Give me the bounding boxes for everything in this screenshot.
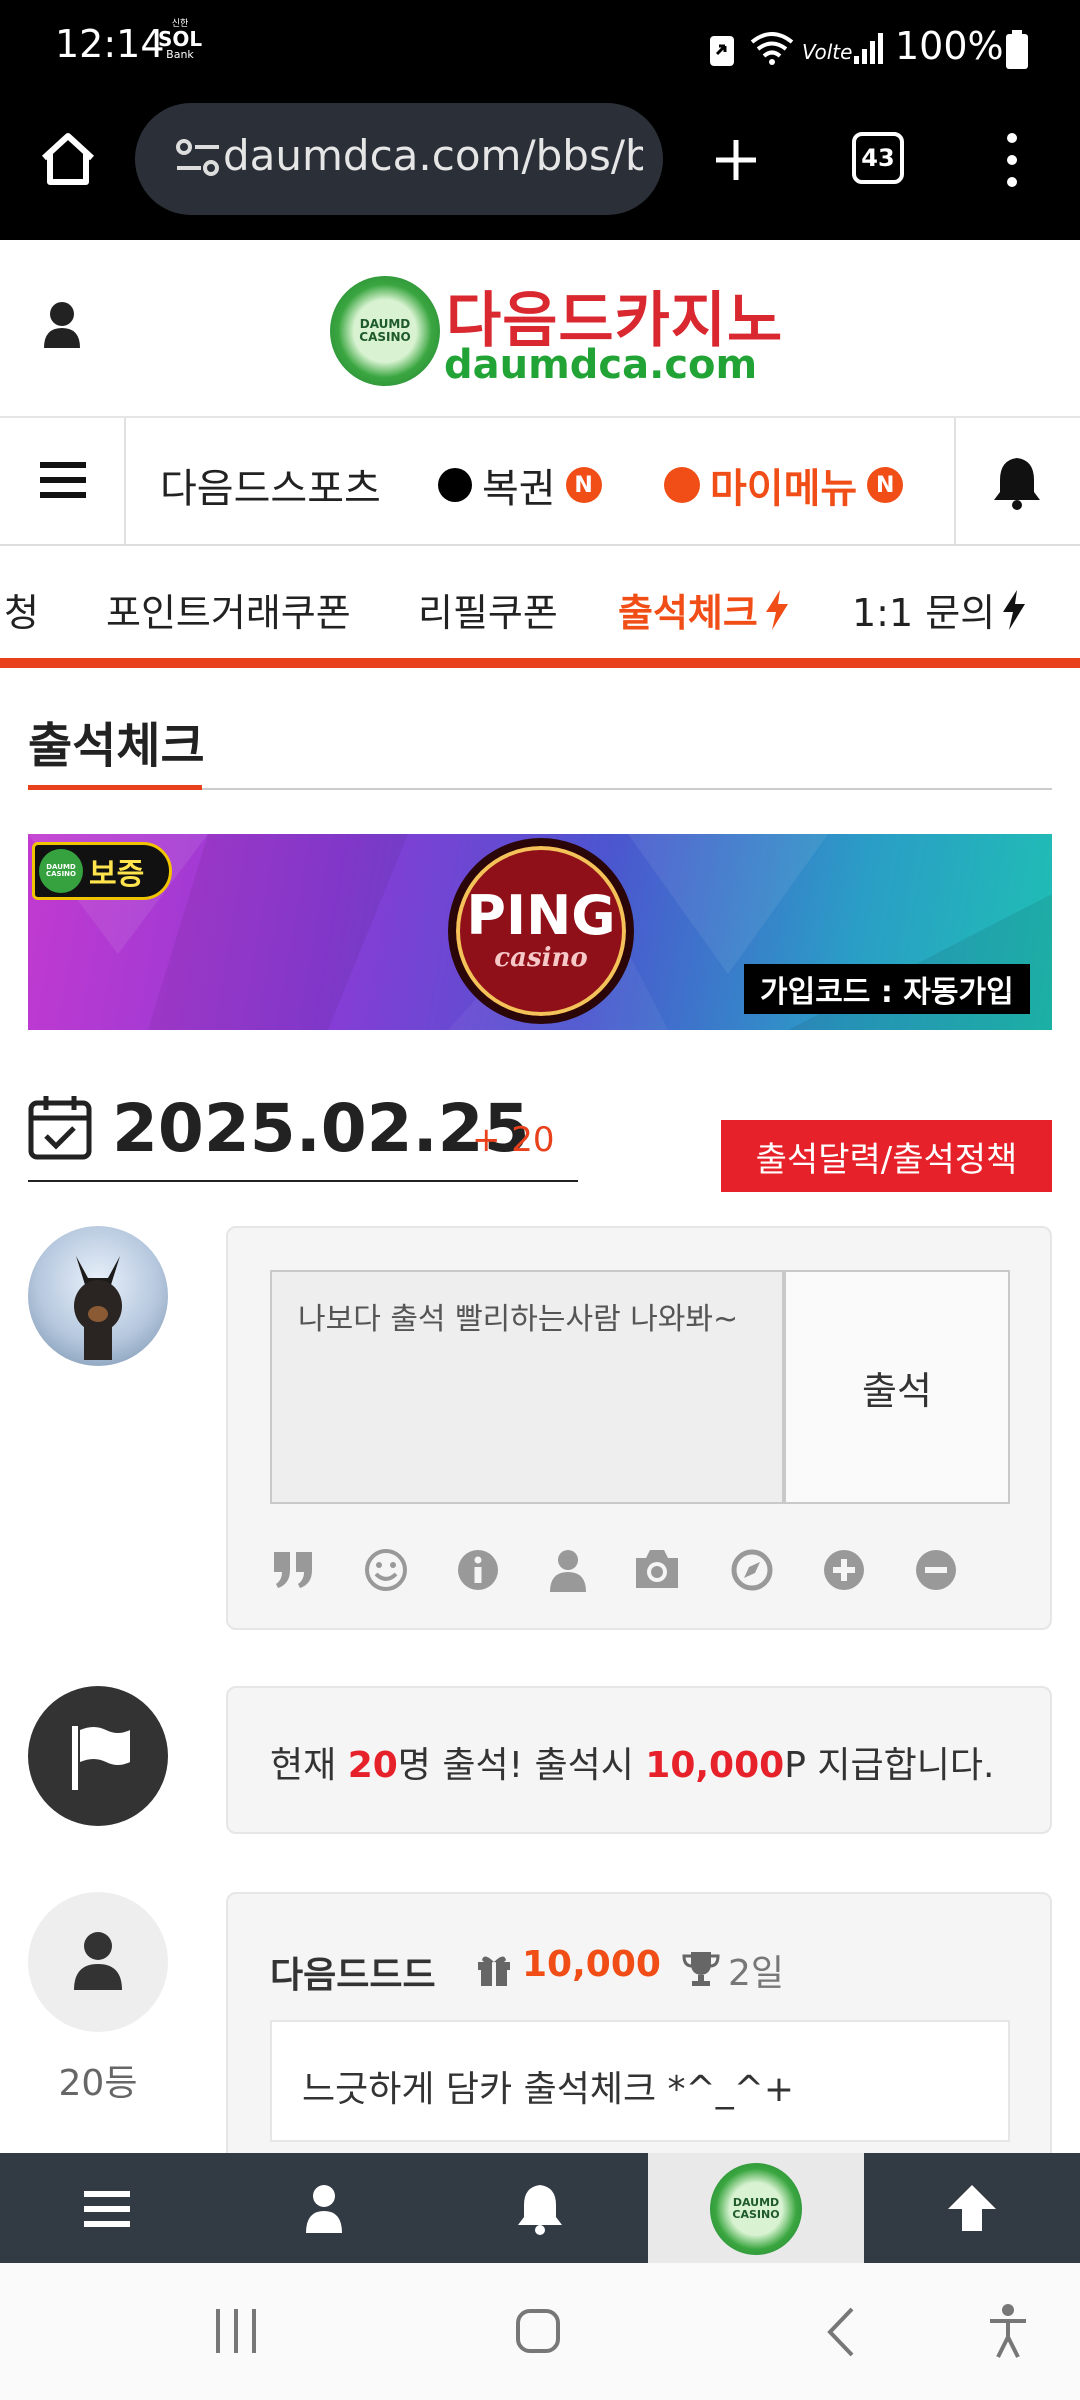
- lightning-icon: [1003, 589, 1026, 630]
- notification-bell-icon[interactable]: [516, 2181, 564, 2235]
- page-title: 출석체크: [28, 718, 205, 774]
- home-logo-tab[interactable]: DAUMD CASINO: [648, 2153, 864, 2263]
- dog-photo: [74, 1256, 122, 1360]
- lightning-icon: [765, 589, 788, 630]
- user-icon[interactable]: [304, 2183, 344, 2233]
- notice-points: 10,000: [645, 1745, 785, 1786]
- status-time: 12:14: [55, 22, 165, 66]
- title-underline: [28, 785, 202, 790]
- notice-text: 현재 20명 출석! 출석시 10,000P 지급합니다.: [270, 1745, 995, 1786]
- comment-textarea[interactable]: 나보다 출석 빨리하는사람 나와봐~: [270, 1270, 784, 1504]
- subnav-item-inquiry[interactable]: 1:1 문의: [852, 582, 1027, 637]
- emoticon-icon[interactable]: [364, 1548, 408, 1592]
- user-avatar: [28, 1226, 168, 1366]
- guarantee-badge: DAUMD CASINO 보증: [32, 842, 172, 900]
- mymenu-dot-icon: [664, 467, 700, 503]
- nav-lottery[interactable]: 복권 N: [438, 456, 602, 514]
- notice-count: 20: [347, 1745, 398, 1786]
- new-tab-icon[interactable]: [712, 136, 760, 184]
- home-icon[interactable]: [38, 130, 98, 188]
- notification-bell-icon[interactable]: [992, 454, 1042, 510]
- accessibility-icon[interactable]: [988, 2303, 1028, 2359]
- entry-username[interactable]: 다음드드드: [270, 1946, 436, 1998]
- flag-icon: [72, 1726, 130, 1790]
- site-logo-badge[interactable]: DAUMD CASINO: [330, 276, 440, 386]
- zoom-in-icon[interactable]: [822, 1548, 866, 1592]
- comment-card: 나보다 출석 빨리하는사람 나와봐~ 출석: [226, 1226, 1052, 1630]
- nav-mymenu[interactable]: 마이메뉴 N: [664, 456, 904, 514]
- site-header: DAUMD CASINO 다음드카지노 daumdca.com: [0, 240, 1080, 418]
- main-nav: 다음드스포츠 복권 N 마이메뉴 N: [0, 418, 1080, 546]
- ping-casino-logo: PING casino: [448, 838, 634, 1024]
- entry-message: 느긋하게 담카 출석체크 *^_^+: [270, 2020, 1010, 2142]
- compass-icon[interactable]: [730, 1548, 774, 1592]
- subnav-item-attendance[interactable]: 출석체크: [618, 582, 790, 637]
- entry-days: 2일: [728, 1953, 785, 1994]
- subnav-item-partial[interactable]: 청: [4, 582, 44, 637]
- url-text: daumdca.com/bbs/b: [223, 131, 643, 180]
- lottery-dot-icon: [438, 468, 472, 502]
- zoom-out-icon[interactable]: [914, 1548, 958, 1592]
- volte-indicator: Volte: [802, 40, 853, 64]
- status-bar: 12:14 신한 SOL Bank Volte 100%: [0, 0, 1080, 100]
- attendance-plus-count: + 20: [472, 1120, 555, 1160]
- user-icon: [74, 1932, 122, 1990]
- user-icon[interactable]: [42, 300, 82, 350]
- hamburger-menu-icon[interactable]: [40, 460, 86, 500]
- scroll-top-arrow-icon[interactable]: [946, 2183, 998, 2233]
- more-options-icon[interactable]: [1000, 130, 1024, 190]
- recent-apps-icon[interactable]: [214, 2307, 258, 2355]
- hamburger-menu-icon[interactable]: [84, 2189, 130, 2229]
- bottom-tab-bar: DAUMD CASINO: [0, 2153, 1080, 2263]
- trophy-icon: [682, 1952, 720, 1986]
- battery-percent: 100%: [895, 24, 1004, 68]
- entry-avatar: [28, 1892, 168, 2032]
- lottery-new-badge: N: [565, 467, 602, 503]
- battery-icon: [1006, 30, 1028, 69]
- camera-icon[interactable]: [632, 1546, 682, 1592]
- android-nav-bar: [0, 2263, 1080, 2400]
- tab-count: 43: [861, 144, 895, 172]
- home-button-icon[interactable]: [514, 2307, 562, 2355]
- calendar-check-icon: [28, 1096, 92, 1160]
- site-logo-badge: DAUMD CASINO: [710, 2163, 802, 2255]
- entry-reward: 10,000: [522, 1944, 661, 1985]
- date-underline: [28, 1180, 578, 1182]
- subnav-item-point-trade-coupon[interactable]: 포인트거래쿠폰: [106, 582, 351, 637]
- sub-nav: 청 포인트거래쿠폰 리필쿠폰 출석체크 1:1 문의: [0, 546, 1080, 668]
- wifi-icon: [750, 32, 794, 65]
- user-mention-icon[interactable]: [548, 1548, 588, 1592]
- promo-banner[interactable]: DAUMD CASINO 보증 PING casino 가입코드 : 자동가입: [28, 834, 1052, 1030]
- nav-sports[interactable]: 다음드스포츠: [160, 456, 381, 514]
- calendar-policy-button[interactable]: 출석달력/출석정책: [721, 1120, 1052, 1192]
- notice-avatar: [28, 1686, 168, 1826]
- info-icon[interactable]: [456, 1548, 500, 1592]
- url-bar[interactable]: daumdca.com/bbs/b: [135, 103, 663, 215]
- back-icon[interactable]: [826, 2307, 856, 2357]
- site-logo-domain[interactable]: daumdca.com: [444, 342, 757, 388]
- signup-code-label: 가입코드 : 자동가입: [744, 964, 1030, 1014]
- site-settings-icon[interactable]: [175, 137, 221, 179]
- badge-logo: DAUMD CASINO: [39, 849, 83, 893]
- signal-icon: [854, 33, 883, 64]
- bank-app-icon: 신한 SOL Bank: [158, 19, 203, 61]
- attendance-submit-button[interactable]: 출석: [784, 1270, 1010, 1504]
- gift-icon: [478, 1956, 510, 1986]
- attendance-date: 2025.02.25: [112, 1090, 530, 1167]
- sync-icon: [710, 36, 734, 66]
- entry-rank: 20등: [58, 2063, 138, 2104]
- notice-card: 현재 20명 출석! 출석시 10,000P 지급합니다.: [226, 1686, 1052, 1834]
- mymenu-new-badge: N: [867, 467, 904, 503]
- entry-card: 다음드드드 10,000 2일 느긋하게 담카 출석체크 *^_^+: [226, 1892, 1052, 2162]
- subnav-item-refill-coupon[interactable]: 리필쿠폰: [418, 582, 558, 637]
- tab-switcher-button[interactable]: 43: [852, 132, 904, 184]
- quote-icon[interactable]: [272, 1550, 316, 1590]
